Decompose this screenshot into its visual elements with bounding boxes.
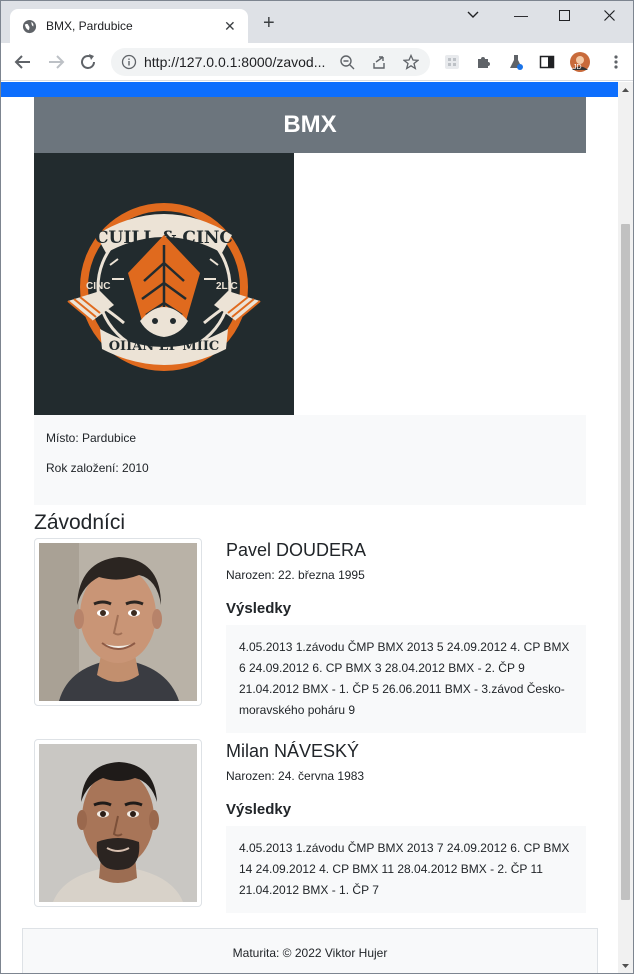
puzzle-icon[interactable] <box>476 54 492 70</box>
more-menu-icon[interactable] <box>608 54 624 70</box>
share-icon[interactable] <box>371 54 387 70</box>
riders-section-title: Závodníci <box>34 511 126 534</box>
bookmark-star-icon[interactable] <box>403 54 419 70</box>
url-text[interactable]: http://127.0.0.1:8000/zavod... <box>144 54 325 70</box>
rider-name: Pavel DOUDERA <box>226 540 367 560</box>
page-viewport: ' ' BMX CUILL & CINC <box>1 82 619 973</box>
reload-icon[interactable] <box>78 52 98 72</box>
page-footer: Maturita: © 2022 Viktor Hujer <box>22 928 598 973</box>
profile-avatar-icon[interactable]: JD <box>569 51 591 73</box>
svg-text:JD: JD <box>573 64 582 71</box>
rider-card: Milan NÁVESKÝ Narozen: 24. června 1983 V… <box>34 739 586 940</box>
rider-birthdate: Narozen: 22. března 1995 <box>226 568 365 582</box>
rider-card: Pavel DOUDERA Narozen: 22. března 1995 V… <box>34 538 586 739</box>
page-scrollbar[interactable] <box>618 82 633 973</box>
rider-info: Pavel DOUDERA Narozen: 22. března 1995 V… <box>226 538 586 733</box>
logo-left-text: CINC <box>86 281 110 292</box>
logo-right-text: 2LIC <box>216 281 238 292</box>
back-arrow-icon[interactable] <box>13 52 33 72</box>
browser-window: BMX, Pardubice ✕ + — http://127.0.0.1:80… <box>0 0 634 974</box>
results-title: Výsledky <box>226 600 292 617</box>
flask-extension-icon[interactable] <box>508 54 524 70</box>
rider-info: Milan NÁVESKÝ Narozen: 24. června 1983 V… <box>226 739 586 913</box>
results-title: Výsledky <box>226 801 292 818</box>
forward-arrow-icon[interactable] <box>46 52 66 72</box>
scroll-up-arrow-icon[interactable] <box>621 86 630 94</box>
tab-strip: BMX, Pardubice ✕ + — <box>1 1 633 43</box>
rider-portrait-image <box>39 543 197 701</box>
rider-name: Milan NÁVESKÝ <box>226 741 360 761</box>
close-window-icon[interactable] <box>604 10 615 21</box>
rider-birthdate: Narozen: 24. června 1983 <box>226 769 365 783</box>
address-bar[interactable]: http://127.0.0.1:8000/zavod... <box>111 48 430 76</box>
tab-close-icon[interactable]: ✕ <box>224 18 236 34</box>
team-logo-graphic: CUILL & CINC CINC 2LIC OIIAN EF MIIC <box>34 153 294 415</box>
tab-search-chevron-icon[interactable] <box>467 11 479 19</box>
navbar: ' ' <box>1 82 619 97</box>
rider-photo <box>34 538 202 706</box>
browser-toolbar: http://127.0.0.1:8000/zavod... JD <box>1 43 633 81</box>
extension-grid-icon[interactable] <box>444 54 460 70</box>
site-info-icon[interactable] <box>121 54 137 70</box>
minimize-button[interactable]: — <box>514 7 528 23</box>
team-name: BMX <box>283 111 337 138</box>
main-container: BMX CUILL & CINC CINC 2LIC OIIAN EF MIIC… <box>34 97 586 940</box>
results-box: 4.05.2013 1.závodu ČMP BMX 2013 5 24.09.… <box>226 625 586 733</box>
rider-photo <box>34 739 202 907</box>
team-info-box: Místo: Pardubice Rok založení: 2010 <box>34 415 586 505</box>
rider-portrait-image <box>39 744 197 902</box>
team-header: BMX <box>34 97 586 153</box>
browser-tab[interactable]: BMX, Pardubice ✕ <box>10 9 248 43</box>
globe-icon <box>22 19 37 34</box>
zoom-out-icon[interactable] <box>339 54 355 70</box>
scroll-down-arrow-icon[interactable] <box>621 962 630 970</box>
team-founded: Rok založení: 2010 <box>46 461 149 475</box>
side-panel-icon[interactable] <box>539 54 555 70</box>
tab-title: BMX, Pardubice <box>46 19 133 33</box>
maximize-icon[interactable] <box>559 10 570 21</box>
logo-bottom-text: OIIAN EF MIIC <box>109 339 220 354</box>
team-place: Místo: Pardubice <box>46 431 137 445</box>
scrollbar-thumb[interactable] <box>621 224 630 900</box>
navbar-partial-text[interactable]: ' ' <box>259 82 267 88</box>
results-box: 4.05.2013 1.závodu ČMP BMX 2013 7 24.09.… <box>226 826 586 913</box>
team-logo: CUILL & CINC CINC 2LIC OIIAN EF MIIC <box>34 153 294 415</box>
new-tab-button[interactable]: + <box>263 13 275 33</box>
